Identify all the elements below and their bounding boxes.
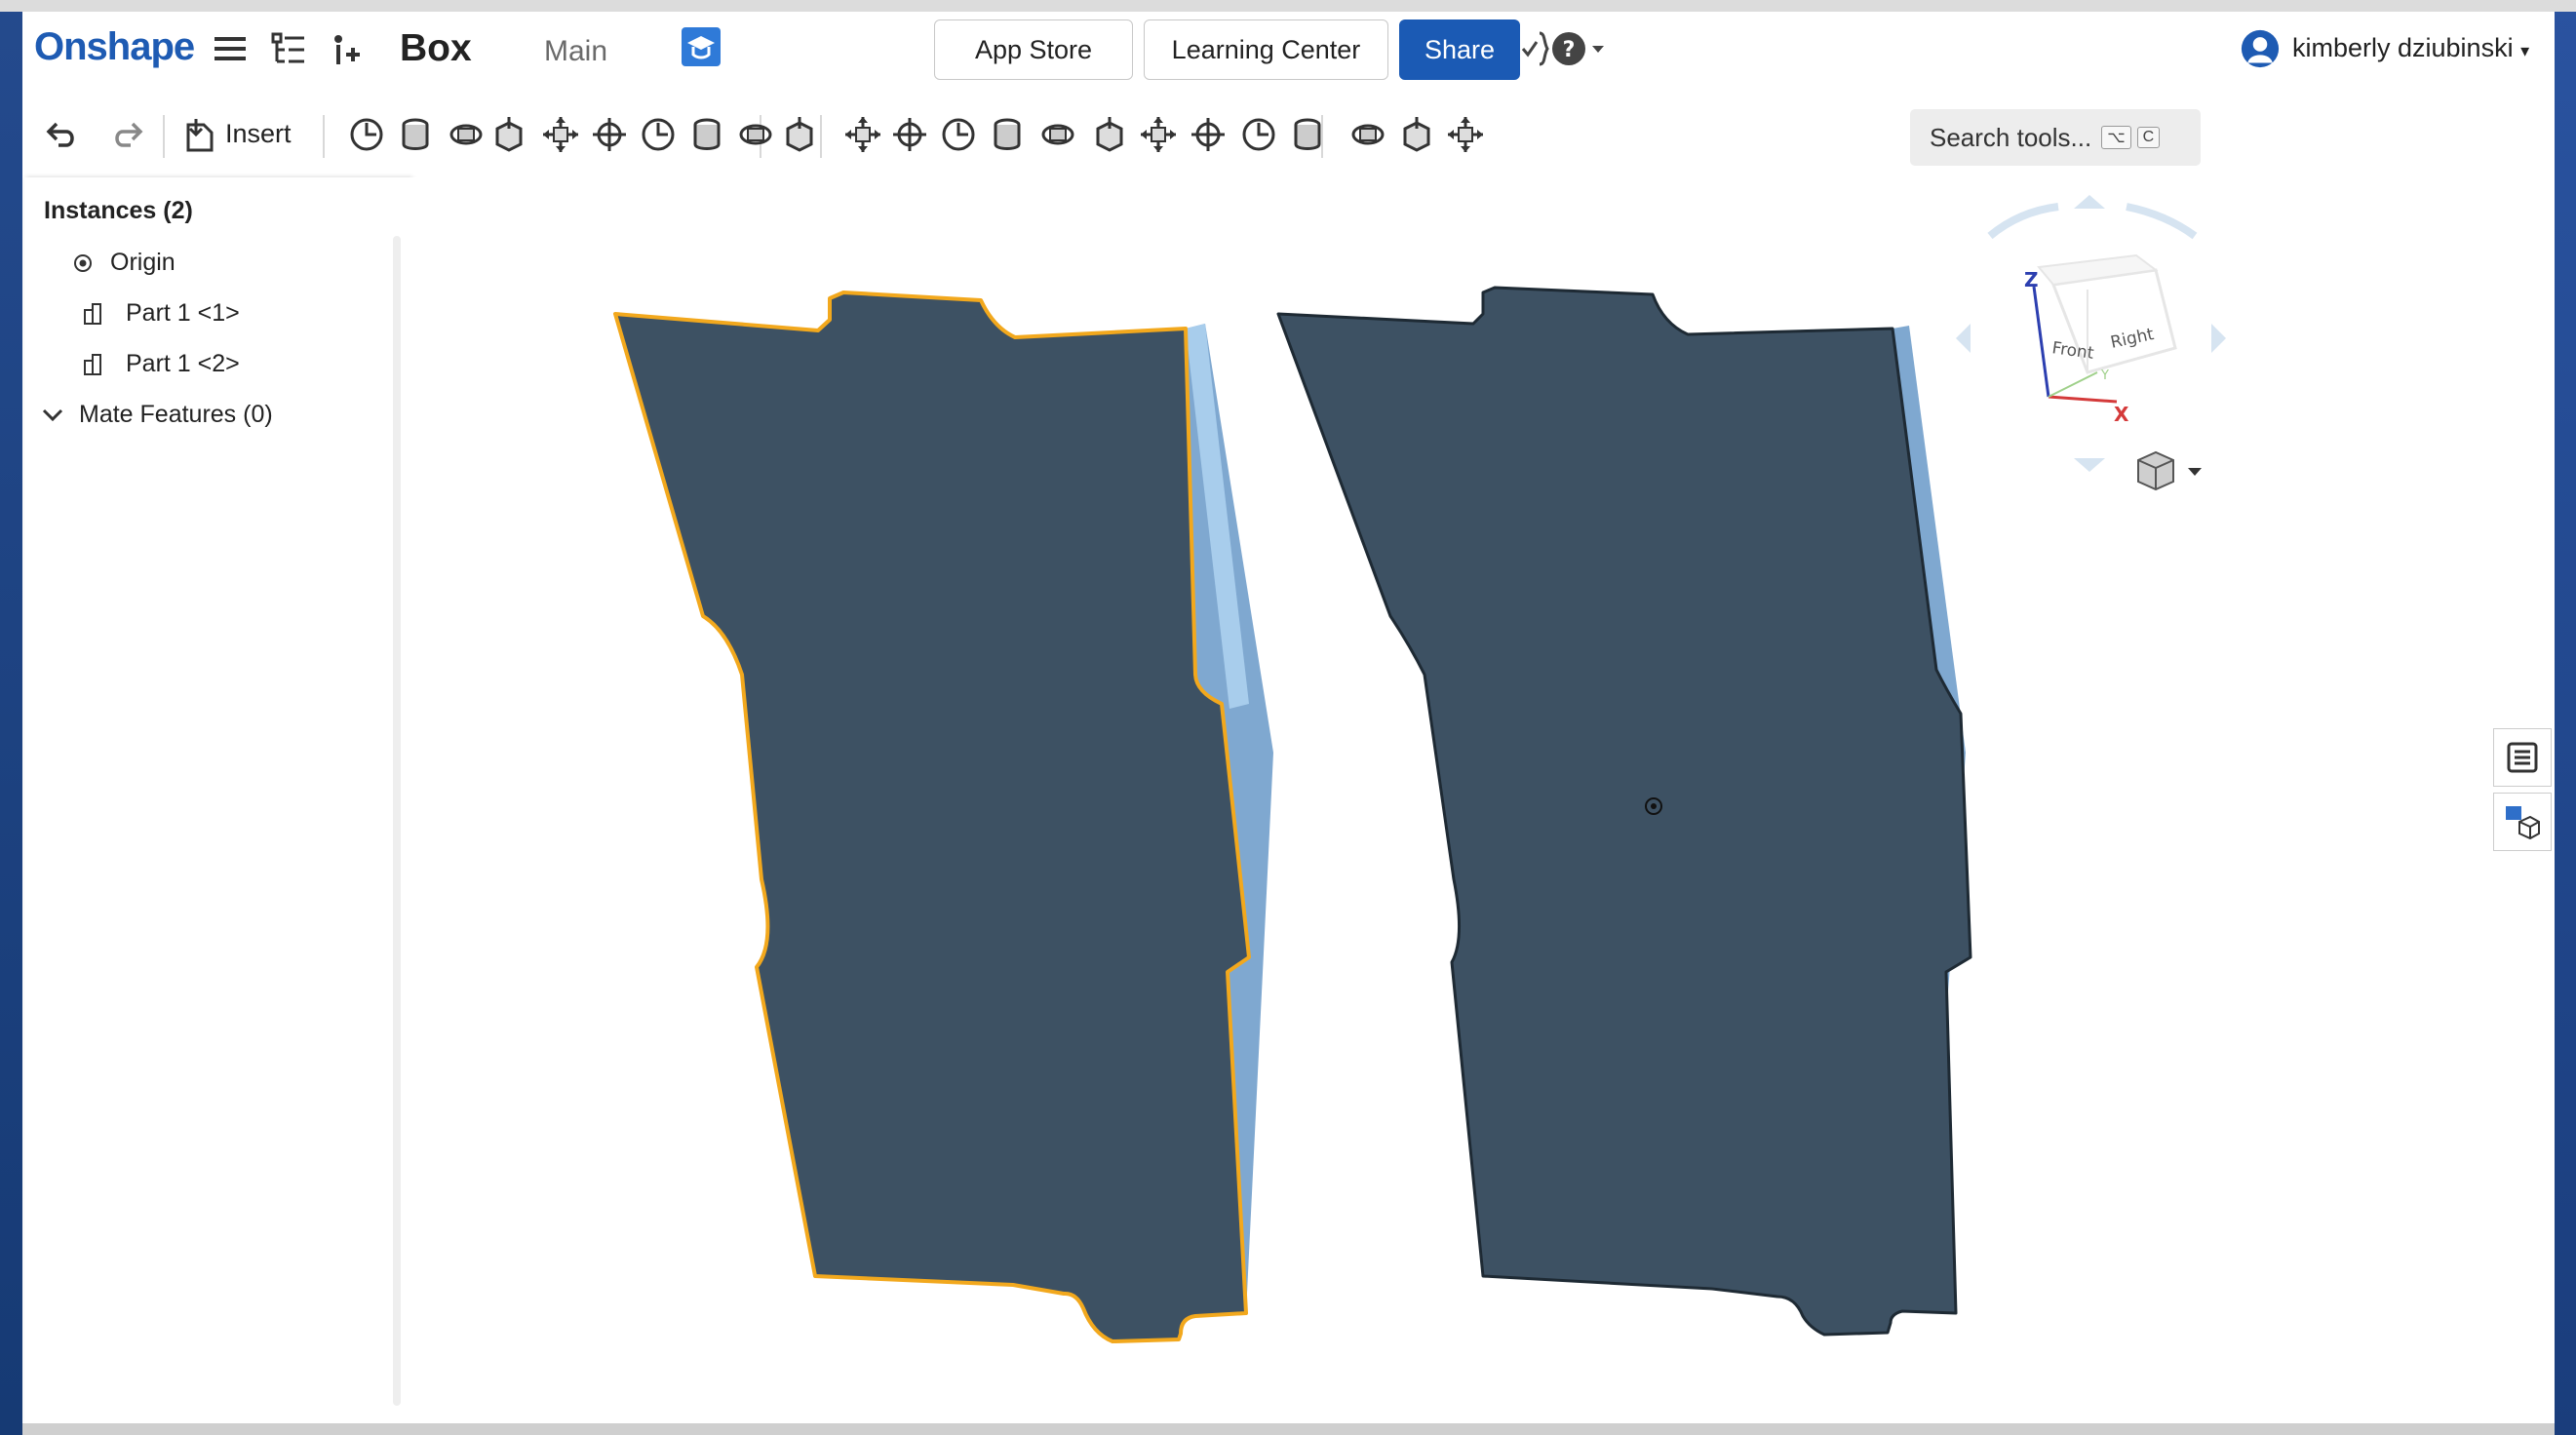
part-icon — [84, 303, 101, 326]
part-face — [613, 291, 1251, 1343]
svg-text:?: ? — [1563, 38, 1576, 62]
part-1-instance-1[interactable] — [613, 291, 1273, 1343]
search-tools-placeholder: Search tools... — [1930, 122, 2092, 152]
rotate-arrow-right-icon[interactable] — [2126, 203, 2198, 240]
screw-relation-icon[interactable] — [1237, 113, 1280, 156]
app-store-button[interactable]: App Store — [934, 19, 1133, 80]
group-icon[interactable] — [841, 113, 884, 156]
learning-badge-icon[interactable] — [682, 27, 721, 66]
gear-relation-icon[interactable] — [1137, 113, 1180, 156]
rack-pinion-icon[interactable] — [1187, 113, 1229, 156]
workspace-name[interactable]: Main — [544, 35, 607, 68]
redo-icon[interactable] — [106, 113, 149, 156]
explode-icon[interactable] — [1347, 113, 1389, 156]
learning-center-button[interactable]: Learning Center — [1144, 19, 1388, 80]
undo-icon[interactable] — [40, 113, 83, 156]
add-instance-icon[interactable] — [327, 29, 366, 68]
menu-icon[interactable] — [211, 29, 250, 68]
ball-mate-icon[interactable] — [685, 113, 728, 156]
instance-label: Origin — [110, 249, 176, 276]
desktop-right-edge — [2555, 0, 2576, 1435]
onshape-logo[interactable]: Onshape — [34, 25, 195, 69]
axis-z-label: Z — [2024, 268, 2039, 291]
mate-features-group[interactable]: Mate Features (0) — [42, 401, 273, 429]
top-bar: Onshape Box Main App Store Learning Cent… — [22, 12, 2555, 90]
onshape-window: Onshape Box Main App Store Learning Cent… — [22, 12, 2555, 1435]
view-arrow-right-icon[interactable] — [2211, 324, 2226, 353]
view-mode-chevron-icon — [2188, 468, 2202, 476]
pin-slot-mate-icon[interactable] — [637, 113, 680, 156]
section-view-icon[interactable] — [1395, 113, 1438, 156]
browser-top-strip — [0, 0, 2576, 12]
cylindrical-mate-icon[interactable] — [588, 113, 631, 156]
rotate-arrow-left-icon[interactable] — [1987, 203, 2059, 240]
view-cube[interactable]: Front Right Z X Y — [1956, 195, 2226, 472]
assembly-toolbar: Insert Search tools... ⌥ C — [22, 90, 2555, 177]
linear-pattern-icon[interactable] — [1088, 113, 1131, 156]
instance-label: Part 1 <2> — [126, 350, 240, 377]
parallel-mate-icon[interactable] — [734, 113, 777, 156]
view-arrow-down-icon[interactable] — [2074, 458, 2105, 472]
fastened-mate-icon[interactable] — [394, 113, 437, 156]
insert-icon[interactable] — [178, 113, 221, 156]
slider-mate-icon[interactable] — [488, 113, 530, 156]
revolute-mate-icon[interactable] — [445, 113, 488, 156]
chevron-down-icon — [42, 409, 63, 422]
avatar-icon[interactable] — [2241, 29, 2280, 68]
axis-y-label: Y — [2100, 368, 2109, 383]
shortcut-key-option: ⌥ — [2101, 126, 2131, 149]
pattern-icon[interactable] — [1036, 113, 1079, 156]
tangent-mate-icon[interactable] — [778, 113, 821, 156]
instance-origin[interactable]: Origin — [73, 249, 176, 277]
insert-button-label[interactable]: Insert — [225, 119, 292, 149]
origin-icon — [74, 254, 92, 273]
axis-x-label: X — [2114, 403, 2129, 426]
transform-icon[interactable] — [1286, 113, 1329, 156]
view-arrow-left-icon[interactable] — [1956, 324, 1971, 353]
instances-heading: Instances (2) — [44, 197, 193, 224]
bottom-tab-strip[interactable] — [22, 1423, 2555, 1435]
part-icon — [84, 354, 101, 376]
planar-mate-icon[interactable] — [539, 113, 582, 156]
mate-connector-icon[interactable] — [345, 113, 388, 156]
instance-list-panel: Instances (2) Origin Part 1 <1> Part 1 <… — [24, 177, 410, 1423]
instance-label: Part 1 <1> — [126, 299, 240, 327]
user-menu-chevron-icon: ▾ — [2520, 41, 2530, 60]
mate-connector-dot — [1651, 803, 1657, 809]
panel-scrollbar[interactable] — [393, 236, 401, 1406]
instance-part-2[interactable]: Part 1 <2> — [81, 350, 240, 378]
replicate-icon[interactable] — [888, 113, 931, 156]
feature-list-icon[interactable] — [269, 29, 308, 68]
search-tools-input[interactable]: Search tools... ⌥ C — [1910, 109, 2201, 166]
measure-icon[interactable] — [1444, 113, 1487, 156]
share-button[interactable]: Share — [1399, 19, 1520, 80]
part-face — [1276, 286, 1972, 1337]
part-1-instance-2[interactable] — [1276, 286, 1972, 1337]
desktop-left-edge — [0, 0, 22, 1435]
mate-connector-2-icon[interactable] — [937, 113, 980, 156]
document-title[interactable]: Box — [400, 27, 472, 70]
help-icon[interactable]: ? — [1549, 29, 1608, 68]
bom-panel-icon[interactable] — [2493, 793, 2552, 851]
view-arrow-up-icon[interactable] — [2074, 195, 2105, 209]
appearance-panel-icon[interactable] — [2493, 728, 2552, 787]
view-mode-dropdown[interactable] — [2137, 450, 2202, 491]
instance-part-1[interactable]: Part 1 <1> — [81, 299, 240, 328]
model-canvas: Front Right Z X Y — [613, 195, 2226, 1343]
relation-icon[interactable] — [986, 113, 1029, 156]
shortcut-key-c: C — [2136, 127, 2161, 148]
graphics-viewport[interactable]: Front Right Z X Y — [410, 177, 2555, 1423]
user-name[interactable]: kimberly dziubinski ▾ — [2292, 33, 2529, 63]
mate-features-label: Mate Features (0) — [79, 401, 273, 428]
user-name-label: kimberly dziubinski — [2292, 33, 2514, 62]
